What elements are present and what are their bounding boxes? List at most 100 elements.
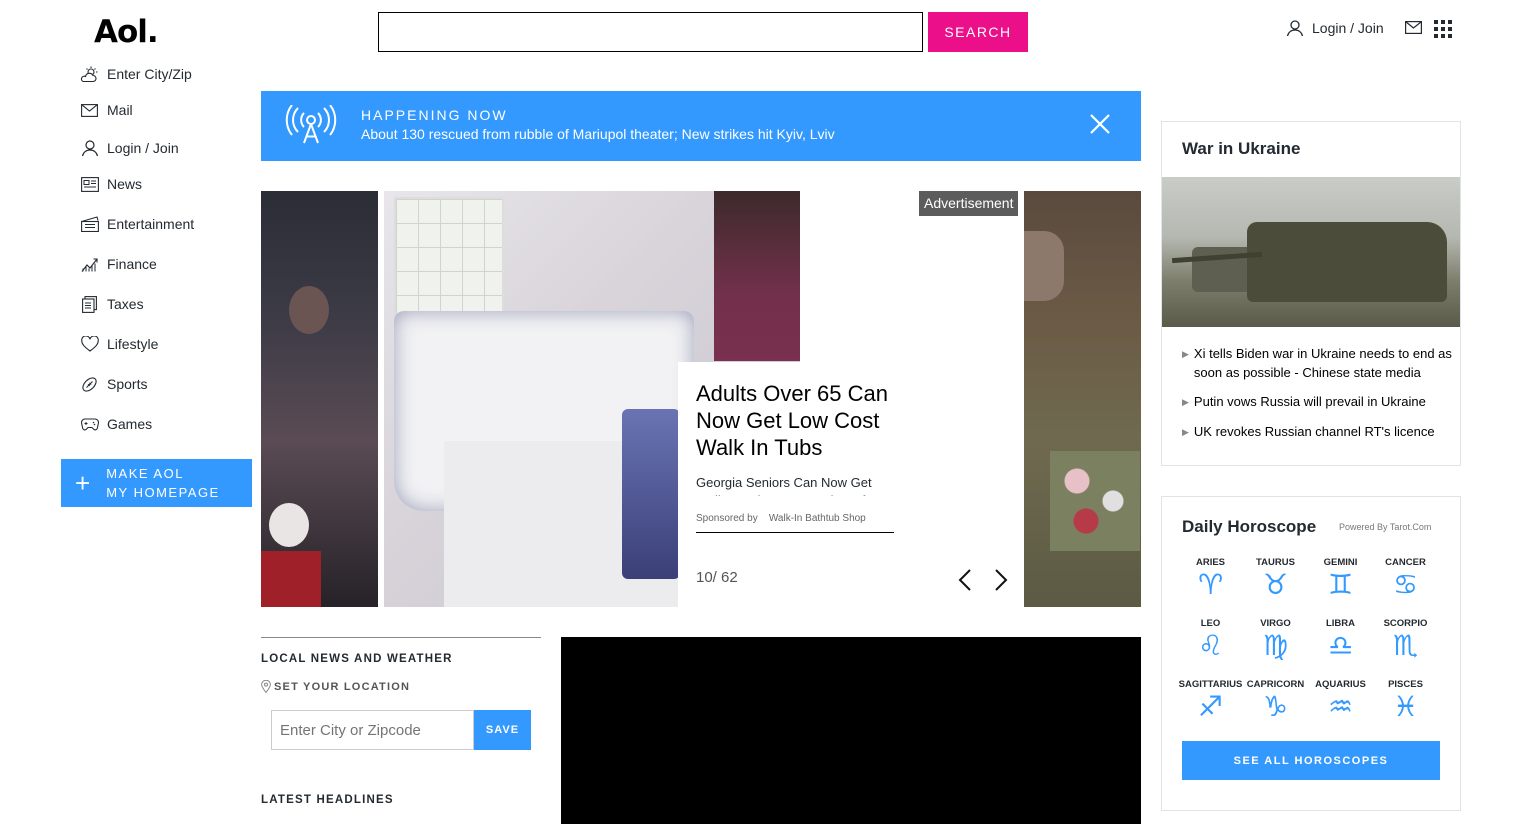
zodiac-sign-sagittarius[interactable]: SAGITTARIUS ♐︎ xyxy=(1178,679,1243,740)
zodiac-sign-libra[interactable]: LIBRA ♎︎ xyxy=(1308,618,1373,679)
horoscope-title: Daily Horoscope xyxy=(1182,517,1317,536)
video-player[interactable] xyxy=(561,637,1141,824)
clapper-icon xyxy=(80,215,99,234)
sidebar-item-lifestyle[interactable]: Lifestyle xyxy=(80,334,255,354)
zodiac-sign-aquarius[interactable]: AQUARIUS ♒︎ xyxy=(1308,679,1373,740)
save-zip-button[interactable]: SAVE xyxy=(474,710,531,750)
leo-icon: ♌︎ xyxy=(1197,629,1224,662)
zodiac-sign-pisces[interactable]: PISCES ♓︎ xyxy=(1373,679,1438,740)
war-headline[interactable]: ▶ Putin vows Russia will prevail in Ukrai… xyxy=(1182,392,1452,412)
local-news-heading: LOCAL NEWS AND WEATHER xyxy=(261,653,453,665)
sidebar-item-label: Lifestyle xyxy=(107,336,159,352)
user-icon xyxy=(1286,20,1304,37)
chevron-right-icon[interactable] xyxy=(994,568,1008,592)
sponsor-name[interactable]: Walk-In Bathtub Shop xyxy=(769,513,866,524)
capricorn-icon: ♑︎ xyxy=(1262,690,1289,723)
heart-icon xyxy=(80,335,99,354)
next-slide-image[interactable] xyxy=(1024,191,1141,607)
war-headline[interactable]: ▶ Xi tells Biden war in Ukraine needs to … xyxy=(1182,344,1452,382)
taurus-icon: ♉︎ xyxy=(1262,568,1289,601)
war-headline-list: ▶ Xi tells Biden war in Ukraine needs to … xyxy=(1182,344,1452,452)
sidebar-item-mail[interactable]: Mail xyxy=(80,100,255,120)
zodiac-sign-name: LIBRA xyxy=(1325,618,1356,629)
latest-headlines-heading: LATEST HEADLINES xyxy=(261,794,394,806)
zodiac-sign-virgo[interactable]: VIRGO ♍︎ xyxy=(1243,618,1308,679)
set-location-link[interactable]: SET YOUR LOCATION xyxy=(261,680,541,693)
zodiac-sign-name: AQUARIUS xyxy=(1315,679,1366,690)
zodiac-sign-scorpio[interactable]: SCORPIO ♏︎ xyxy=(1373,618,1438,679)
virgo-icon: ♍︎ xyxy=(1262,629,1289,662)
search-input[interactable] xyxy=(379,13,922,51)
zodiac-sign-aries[interactable]: ARIES ♈︎ xyxy=(1178,557,1243,618)
sidebar-item-finance[interactable]: Finance xyxy=(80,254,255,274)
plus-icon: + xyxy=(75,468,91,498)
sidebar-item-label: Games xyxy=(107,416,153,432)
apps-grid-icon[interactable] xyxy=(1434,20,1452,38)
zodiac-sign-name: TAURUS xyxy=(1256,557,1295,568)
sidebar-item-login[interactable]: Login / Join xyxy=(80,138,255,158)
sidebar-item-label: Finance xyxy=(107,256,157,272)
war-module-image[interactable] xyxy=(1162,177,1460,327)
ad-description: Georgia Seniors Can Now Get Walk-In Tubs… xyxy=(696,475,872,496)
zodiac-sign-name: LEO xyxy=(1200,618,1221,629)
scorpio-icon: ♏︎ xyxy=(1392,629,1419,662)
news-icon xyxy=(80,175,99,194)
war-headline-text: Xi tells Biden war in Ukraine needs to e… xyxy=(1193,346,1452,380)
mail-icon[interactable] xyxy=(1405,21,1422,34)
sidebar-item-games[interactable]: Games xyxy=(80,414,255,434)
sidebar-item-sports[interactable]: Sports xyxy=(80,374,255,394)
make-homepage-button[interactable]: + MAKE AOL MY HOMEPAGE xyxy=(61,459,252,507)
sidebar-item-taxes[interactable]: Taxes xyxy=(80,294,255,314)
document-icon xyxy=(80,295,99,314)
zodiac-sign-capricorn[interactable]: CAPRICORN ♑︎ xyxy=(1243,679,1308,740)
happening-now-banner[interactable]: HAPPENING NOW About 130 rescued from rub… xyxy=(261,91,1141,161)
football-icon xyxy=(80,375,99,394)
zip-input[interactable] xyxy=(271,710,474,750)
user-icon xyxy=(80,139,99,158)
zodiac-sign-name: SAGITTARIUS xyxy=(1178,679,1243,690)
previous-slide-image[interactable] xyxy=(261,191,378,607)
zodiac-sign-name: CANCER xyxy=(1385,557,1426,568)
set-location-label: SET YOUR LOCATION xyxy=(274,680,411,693)
sidebar-item-weather[interactable]: Enter City/Zip xyxy=(80,64,255,84)
war-module-title[interactable]: War in Ukraine xyxy=(1182,139,1300,159)
zodiac-sign-name: GEMINI xyxy=(1323,557,1358,568)
slide-counter: 10/ 62 xyxy=(696,569,738,586)
gemini-icon: ♊︎ xyxy=(1327,568,1354,601)
header-login-link[interactable]: Login / Join xyxy=(1286,19,1384,37)
zodiac-sign-name: VIRGO xyxy=(1260,618,1291,629)
zodiac-sign-gemini[interactable]: GEMINI ♊︎ xyxy=(1308,557,1373,618)
zodiac-sign-cancer[interactable]: CANCER ♋︎ xyxy=(1373,557,1438,618)
daily-horoscope-module: Daily Horoscope Powered By Tarot.Com ARI… xyxy=(1161,496,1461,811)
war-headline[interactable]: ▶ UK revokes Russian channel RT's licence xyxy=(1182,422,1452,442)
see-all-horoscopes-button[interactable]: SEE ALL HOROSCOPES xyxy=(1182,741,1440,780)
happening-now-headline[interactable]: About 130 rescued from rubble of Mariupo… xyxy=(361,126,835,142)
chevron-left-icon[interactable] xyxy=(958,568,972,592)
make-homepage-line2: MY HOMEPAGE xyxy=(106,485,220,500)
sidebar-item-label: Login / Join xyxy=(107,140,179,156)
sidebar-item-news[interactable]: News xyxy=(80,174,255,194)
aol-logo[interactable]: Aol. xyxy=(94,14,159,50)
happening-now-label: HAPPENING NOW xyxy=(361,107,508,123)
zodiac-sign-name: SCORPIO xyxy=(1383,618,1428,629)
zodiac-sign-taurus[interactable]: TAURUS ♉︎ xyxy=(1243,557,1308,618)
war-in-ukraine-module: War in Ukraine ▶ Xi tells Biden war in Uk… xyxy=(1161,121,1461,466)
sidebar-nav: Enter City/Zip Mail Login / Join News En… xyxy=(80,64,255,454)
play-arrow-icon: ▶ xyxy=(1182,397,1189,407)
war-headline-text: UK revokes Russian channel RT's licence xyxy=(1193,424,1435,439)
close-icon[interactable] xyxy=(1089,113,1111,135)
zodiac-grid: ARIES ♈︎ TAURUS ♉︎ GEMINI ♊︎ CANCER ♋︎ LEO ♌︎ VIRG… xyxy=(1178,557,1438,740)
sidebar-item-entertainment[interactable]: Entertainment xyxy=(80,214,255,234)
libra-icon: ♎︎ xyxy=(1327,629,1354,662)
broadcast-icon xyxy=(285,105,337,144)
chart-icon xyxy=(80,255,99,274)
search-button[interactable]: SEARCH xyxy=(928,12,1028,52)
ad-card[interactable]: Adults Over 65 Can Now Get Low Cost Walk… xyxy=(678,362,918,607)
sidebar-item-label: News xyxy=(107,176,143,192)
zip-form: SAVE xyxy=(271,710,531,750)
location-pin-icon xyxy=(261,680,271,693)
pisces-icon: ♓︎ xyxy=(1392,690,1419,723)
ad-sponsor-line: Sponsored by Walk-In Bathtub Shop xyxy=(696,513,894,533)
zodiac-sign-leo[interactable]: LEO ♌︎ xyxy=(1178,618,1243,679)
ad-title[interactable]: Adults Over 65 Can Now Get Low Cost Walk… xyxy=(696,380,896,461)
